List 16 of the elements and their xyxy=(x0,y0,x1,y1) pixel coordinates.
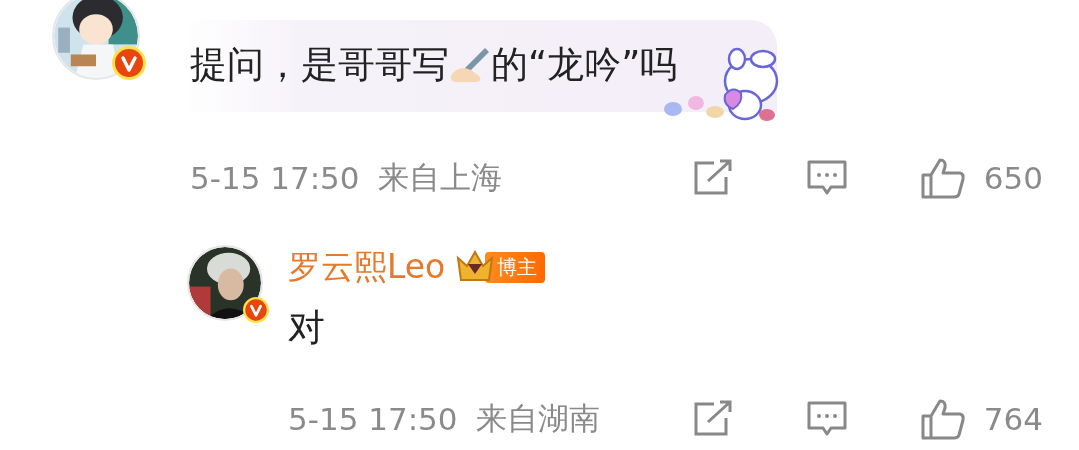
comment-text: 提问，是哥哥写 xyxy=(190,42,449,88)
comment-time: 5-15 17:50 xyxy=(288,401,458,437)
comment-time: 5-15 17:50 xyxy=(190,160,360,196)
comment-icon[interactable] xyxy=(805,159,848,197)
comment-text: 对 xyxy=(288,305,325,351)
like-count: 650 xyxy=(983,160,1043,196)
crown-icon xyxy=(455,250,496,284)
comment-location: 来自上海 xyxy=(377,158,503,197)
thumbs-up-icon[interactable] xyxy=(919,398,966,440)
thumbs-up-icon[interactable] xyxy=(919,157,966,199)
comment-text: 的“龙吟”吗 xyxy=(491,42,678,88)
writing-hand-icon xyxy=(449,46,491,84)
like-count: 764 xyxy=(983,401,1043,437)
comment-location: 来自湖南 xyxy=(475,399,601,438)
user-name[interactable]: 罗云熙Leo xyxy=(288,244,446,290)
comment-icon[interactable] xyxy=(805,400,848,438)
